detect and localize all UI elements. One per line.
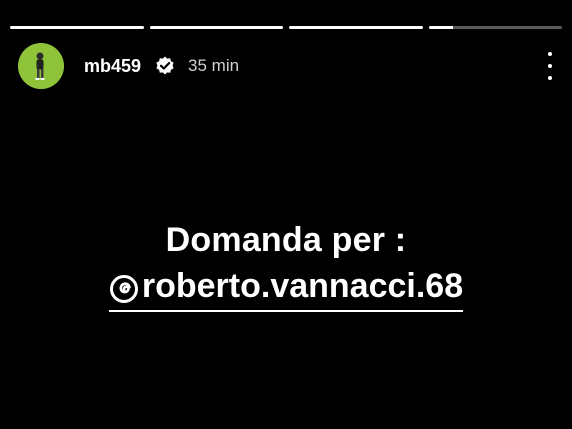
progress-segment [10,26,144,29]
more-vertical-icon [548,52,552,56]
story-content: Domanda per : roberto.vannacci.68 [0,218,572,312]
avatar[interactable] [18,43,64,89]
verified-badge-icon [154,55,176,77]
avatar-figure-icon [18,43,64,89]
mention-link[interactable]: roberto.vannacci.68 [108,264,464,312]
story-progress-bar [10,26,562,29]
story-header: mb459 35 min [18,42,554,90]
mention-username: roberto.vannacci.68 [141,267,464,305]
progress-segment [149,26,283,29]
username[interactable]: mb459 [84,56,141,77]
more-options-button[interactable] [544,50,556,82]
story-text: Domanda per : [165,221,407,259]
threads-icon [109,271,139,303]
story-timestamp: 35 min [188,56,240,75]
progress-segment [289,26,423,29]
progress-segment [428,26,562,29]
